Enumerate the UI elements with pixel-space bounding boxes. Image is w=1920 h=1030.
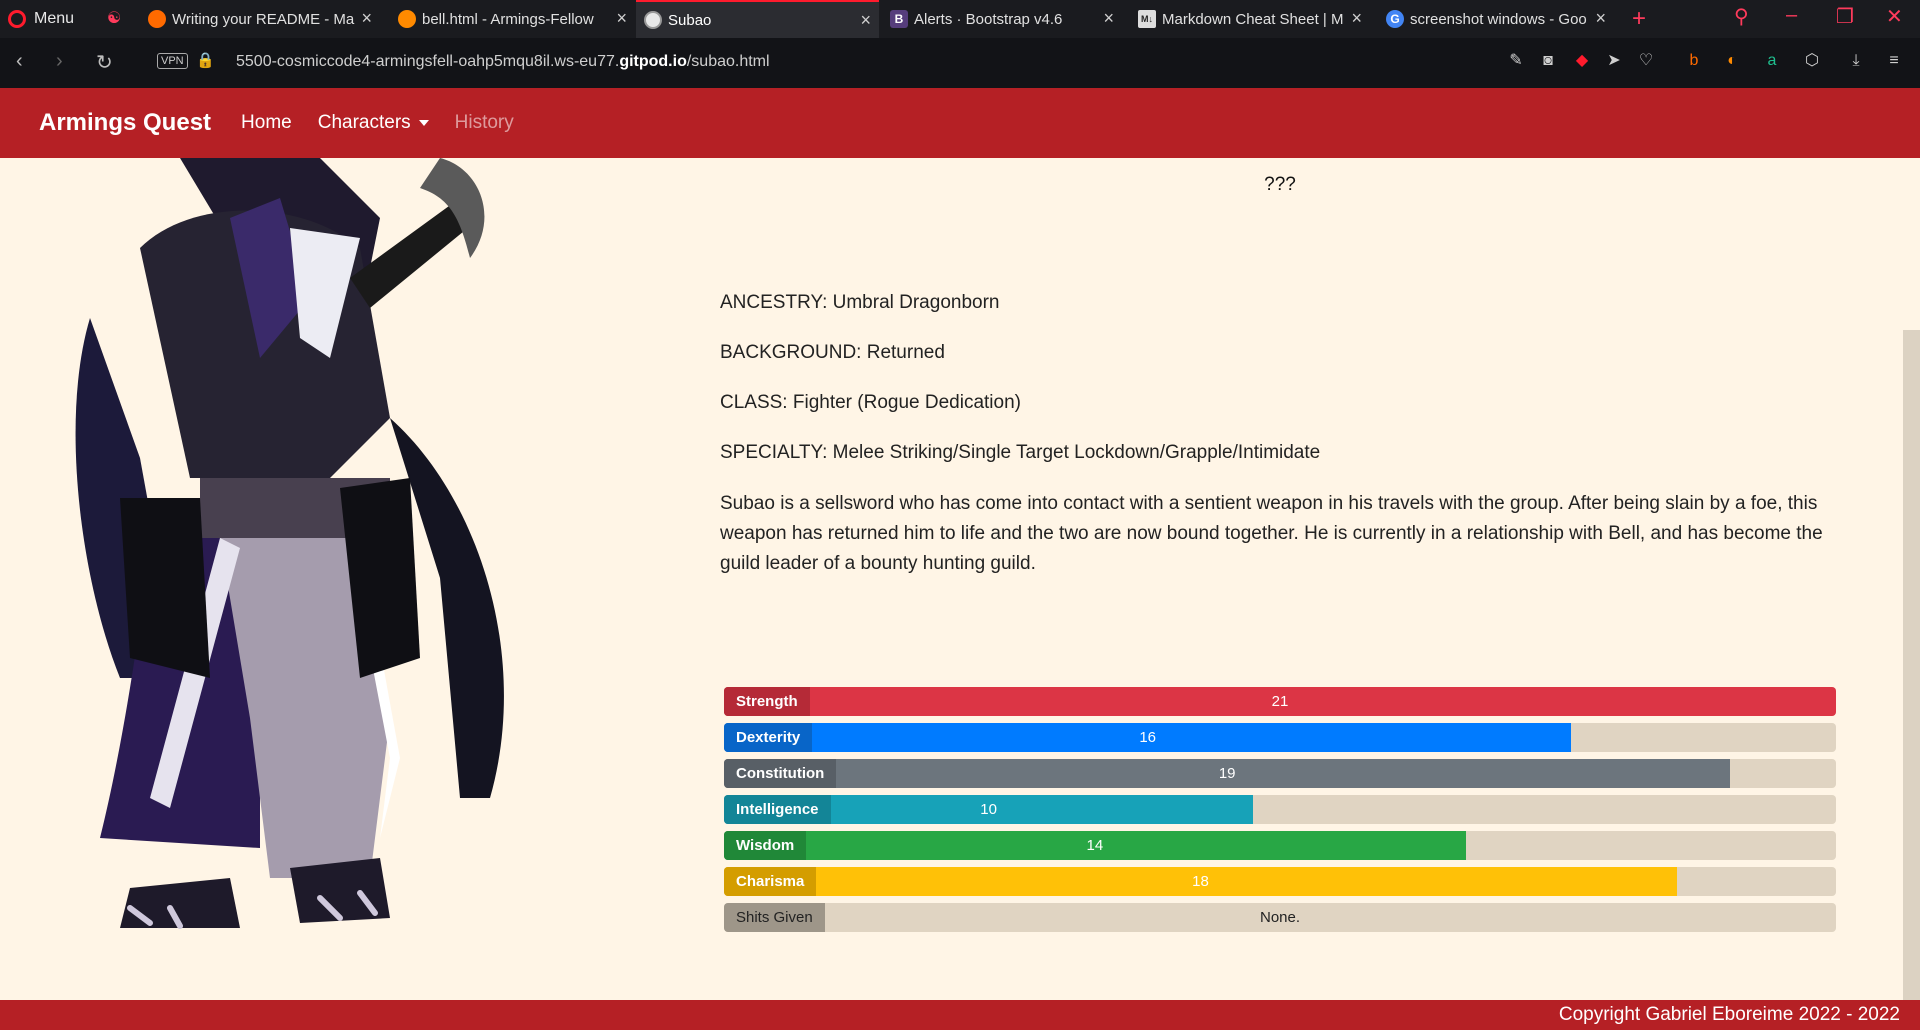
- stat-label: Charisma: [724, 867, 817, 896]
- nav-history[interactable]: History: [455, 112, 514, 134]
- close-tab-icon[interactable]: ×: [1103, 9, 1114, 27]
- google-favicon-icon: G: [1386, 10, 1404, 28]
- close-tab-icon[interactable]: ×: [616, 9, 627, 27]
- menu-label: Menu: [34, 10, 75, 27]
- chevron-down-icon: [418, 119, 429, 126]
- tab-subao[interactable]: Subao ×: [636, 0, 879, 38]
- character-portrait: [75, 158, 504, 929]
- lock-icon[interactable]: 🔒: [196, 51, 215, 69]
- globe-favicon-icon: [644, 11, 662, 29]
- background-text: BACKGROUND: Returned: [720, 342, 945, 363]
- markdown-favicon-icon: M↓: [1138, 10, 1156, 28]
- send-icon[interactable]: ➤: [1604, 51, 1624, 71]
- stat-label: Constitution: [724, 759, 837, 788]
- gitpod-favicon-icon: [398, 10, 416, 28]
- forward-icon[interactable]: ›: [56, 50, 63, 73]
- nav-characters-label: Characters: [317, 112, 411, 133]
- stat-bar-intelligence: 10 Intelligence: [724, 795, 1836, 824]
- close-tab-icon[interactable]: ×: [1351, 9, 1362, 27]
- stat-value: 14: [1086, 837, 1104, 854]
- bootstrap-favicon-icon: B: [890, 10, 908, 28]
- tab-title: Markdown Cheat Sheet | M: [1162, 10, 1344, 28]
- specialty-text: SPECIALTY: Melee Striking/Single Target …: [720, 442, 1321, 463]
- tab-title: bell.html - Armings-Fellow: [422, 10, 594, 28]
- stat-bar-shits-given: None. Shits Given: [724, 903, 1836, 932]
- close-window-icon[interactable]: ✕: [1886, 4, 1903, 29]
- stat-value: 16: [1139, 729, 1157, 746]
- opera-menu-button[interactable]: Menu: [8, 0, 74, 38]
- adblock-shield-icon[interactable]: ◆: [1572, 51, 1592, 71]
- tab-markdown-cheat-sheet[interactable]: M↓ Markdown Cheat Sheet | M ×: [1130, 0, 1370, 38]
- stat-bar-wisdom: 14 Wisdom: [724, 831, 1836, 860]
- tab-bell-html[interactable]: bell.html - Armings-Fellow ×: [390, 0, 635, 38]
- character-bio: Subao is a sellsword who has come into c…: [720, 493, 1823, 574]
- opera-logo-icon: [8, 10, 26, 28]
- close-tab-icon[interactable]: ×: [860, 11, 871, 29]
- new-tab-plus-icon[interactable]: +: [1632, 5, 1646, 33]
- url-suffix: /subao.html: [686, 53, 770, 70]
- ancestry-text: ANCESTRY: Umbral Dragonborn: [720, 292, 1000, 313]
- stat-label: Shits Given: [724, 903, 825, 932]
- tab-title: Subao: [668, 11, 712, 29]
- site-navbar: Armings Quest Home Characters History: [0, 88, 1920, 158]
- site-brand[interactable]: Armings Quest: [39, 109, 211, 137]
- stat-label: Strength: [724, 687, 810, 716]
- browser-tab-bar: Menu ☯ Writing your README - Ma × bell.h…: [0, 0, 1920, 38]
- search-tabs-icon[interactable]: ⚲: [1734, 4, 1749, 29]
- tab-title: Writing your README - Ma: [172, 10, 355, 28]
- stat-value: 19: [1218, 765, 1236, 782]
- snapshot-edit-icon[interactable]: ✎: [1506, 51, 1526, 71]
- close-tab-icon[interactable]: ×: [1595, 9, 1606, 27]
- url-prefix: 5500-cosmiccode4-armingsfell-oahp5mqu8il…: [236, 53, 620, 70]
- stat-bar-charisma: 18 Charisma: [724, 867, 1836, 896]
- restore-icon[interactable]: ❐: [1836, 4, 1854, 29]
- settings-sliders-icon[interactable]: ≡: [1884, 51, 1904, 71]
- stat-bars: 21 Strength 16 Dexterity 19 Constitution 10 Int…: [724, 687, 1836, 939]
- back-icon[interactable]: ‹: [16, 50, 23, 73]
- stat-bar-constitution: 19 Constitution: [724, 759, 1836, 788]
- character-name-heading: ???: [1264, 174, 1296, 195]
- tab-alerts-bootstrap[interactable]: B Alerts · Bootstrap v4.6 ×: [882, 0, 1122, 38]
- stat-value: None.: [1259, 909, 1301, 926]
- tab-google-search[interactable]: G screenshot windows - Goo ×: [1378, 0, 1614, 38]
- site-footer: Copyright Gabriel Eboreime 2022 - 2022: [0, 1000, 1920, 1030]
- favicon-icon: [148, 10, 166, 28]
- stat-label: Dexterity: [724, 723, 813, 752]
- close-tab-icon[interactable]: ×: [361, 9, 372, 27]
- cube-icon[interactable]: ⬡: [1802, 51, 1822, 71]
- url-domain: gitpod.io: [619, 53, 687, 70]
- nav-home[interactable]: Home: [241, 112, 292, 134]
- stat-bar-strength: 21 Strength: [724, 687, 1836, 716]
- page-scrollbar[interactable]: [1903, 330, 1920, 1000]
- camera-icon[interactable]: ◙: [1538, 51, 1558, 71]
- class-text: CLASS: Fighter (Rogue Dedication): [720, 392, 1021, 413]
- download-icon[interactable]: ⤓: [1846, 51, 1866, 71]
- stat-bar-dexterity: 16 Dexterity: [724, 723, 1836, 752]
- address-bar: ‹ › ↻ VPN 🔒 5500-cosmiccode4-armingsfell…: [0, 38, 1920, 88]
- stat-label: Intelligence: [724, 795, 831, 824]
- extension-b-icon[interactable]: b: [1684, 51, 1704, 71]
- url-field[interactable]: 5500-cosmiccode4-armingsfell-oahp5mqu8il…: [236, 53, 770, 71]
- minimize-icon[interactable]: –: [1786, 4, 1797, 27]
- tab-title: Alerts · Bootstrap v4.6: [914, 10, 1063, 28]
- gitpod-extension-icon[interactable]: ◐: [1722, 51, 1742, 71]
- reload-icon[interactable]: ↻: [96, 50, 113, 75]
- nav-characters-dropdown[interactable]: Characters: [318, 112, 429, 134]
- vpn-badge[interactable]: VPN: [157, 53, 188, 69]
- grammarly-icon[interactable]: a: [1762, 51, 1782, 71]
- stat-value: 21: [1271, 693, 1289, 710]
- tab-writing-readme[interactable]: Writing your README - Ma ×: [140, 0, 380, 38]
- stat-label: Wisdom: [724, 831, 807, 860]
- stat-value: 18: [1192, 873, 1209, 890]
- tab-title: screenshot windows - Goo: [1410, 10, 1587, 28]
- gamepad-icon[interactable]: ☯: [104, 9, 124, 29]
- heart-icon[interactable]: ♡: [1636, 51, 1656, 71]
